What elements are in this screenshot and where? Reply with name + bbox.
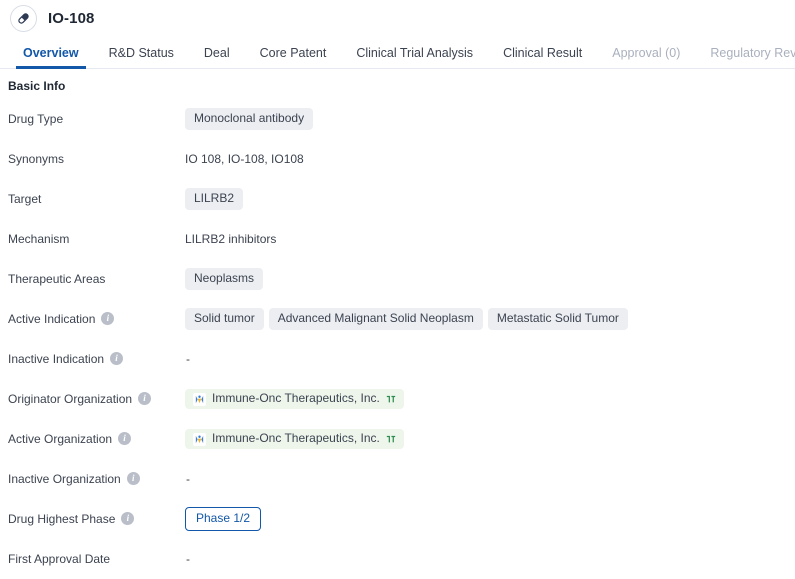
- row-label: Target: [8, 192, 185, 206]
- row-value: -: [185, 472, 795, 486]
- row-value: Neoplasms: [185, 268, 795, 290]
- row-label: Synonyms: [8, 152, 185, 166]
- tab-bar: Overview R&D Status Deal Core Patent Cli…: [0, 36, 795, 69]
- row-value: -: [185, 352, 795, 366]
- row-label: Inactive Organization i: [8, 472, 185, 486]
- table-row: First Approval Date -: [0, 539, 795, 579]
- row-label-text: Inactive Organization: [8, 471, 121, 486]
- organization-chip[interactable]: Immune-Onc Therapeutics, Inc.: [185, 389, 404, 409]
- row-value: Solid tumor Advanced Malignant Solid Neo…: [185, 308, 795, 330]
- info-icon[interactable]: i: [118, 432, 132, 446]
- value-chip[interactable]: Advanced Malignant Solid Neoplasm: [268, 308, 483, 330]
- row-label-text: Active Organization: [8, 431, 113, 446]
- table-row: Inactive Organization i -: [0, 459, 795, 499]
- page-header: IO-108: [0, 0, 795, 36]
- table-row: Mechanism LILRB2 inhibitors: [0, 219, 795, 259]
- tab-clinical-trial-analysis[interactable]: Clinical Trial Analysis: [341, 46, 488, 69]
- table-row: Therapeutic Areas Neoplasms: [0, 259, 795, 299]
- company-logo-icon: [193, 392, 206, 406]
- row-label: First Approval Date: [8, 552, 185, 566]
- info-icon[interactable]: i: [126, 472, 140, 486]
- page-title: IO-108: [48, 9, 95, 27]
- basic-info-section: Basic Info Drug Type Monoclonal antibody…: [0, 69, 795, 579]
- value-chip[interactable]: Monoclonal antibody: [185, 108, 314, 130]
- row-label-text: Mechanism: [8, 231, 70, 246]
- table-row: Synonyms IO 108, IO-108, IO108: [0, 139, 795, 179]
- value-chip[interactable]: Neoplasms: [185, 268, 264, 290]
- table-row: Originator Organization i Immune-Onc The…: [0, 379, 795, 419]
- tab-regulatory-review[interactable]: Regulatory Review (0): [695, 46, 795, 69]
- tab-overview[interactable]: Overview: [8, 46, 94, 69]
- row-label: Active Organization i: [8, 432, 185, 446]
- row-value: Immune-Onc Therapeutics, Inc.: [185, 429, 795, 449]
- value-empty: -: [186, 552, 190, 566]
- tab-core-patent[interactable]: Core Patent: [245, 46, 342, 69]
- info-icon[interactable]: i: [121, 512, 135, 526]
- row-label-text: Active Indication: [8, 311, 96, 326]
- row-label: Drug Highest Phase i: [8, 512, 185, 526]
- info-icon[interactable]: i: [138, 392, 152, 406]
- row-label: Active Indication i: [8, 312, 185, 326]
- value-chip[interactable]: Metastatic Solid Tumor: [487, 308, 628, 330]
- status-badge[interactable]: Phase 1/2: [185, 507, 262, 531]
- row-label: Originator Organization i: [8, 392, 185, 406]
- value-empty: -: [186, 352, 190, 366]
- listed-company-icon: [386, 434, 396, 444]
- listed-company-icon: [386, 394, 396, 404]
- row-label: Drug Type: [8, 112, 185, 126]
- pill-capsule-icon: [10, 4, 37, 32]
- row-label-text: Synonyms: [8, 151, 65, 166]
- value-text: IO 108, IO-108, IO108: [185, 152, 304, 166]
- table-row: Active Organization i Immune-Onc Therape…: [0, 419, 795, 459]
- row-value: LILRB2 inhibitors: [185, 232, 795, 246]
- table-row: Target LILRB2: [0, 179, 795, 219]
- table-row: Drug Highest Phase i Phase 1/2: [0, 499, 795, 539]
- row-label-text: Therapeutic Areas: [8, 271, 106, 286]
- table-row: Active Indication i Solid tumor Advanced…: [0, 299, 795, 339]
- organization-chip[interactable]: Immune-Onc Therapeutics, Inc.: [185, 429, 404, 449]
- tab-clinical-result[interactable]: Clinical Result: [488, 46, 597, 69]
- row-value: -: [185, 552, 795, 566]
- info-icon[interactable]: i: [110, 352, 124, 366]
- row-value: Immune-Onc Therapeutics, Inc.: [185, 389, 795, 409]
- row-value: LILRB2: [185, 188, 795, 210]
- organization-name: Immune-Onc Therapeutics, Inc.: [212, 391, 380, 406]
- row-value: IO 108, IO-108, IO108: [185, 152, 795, 166]
- value-text: LILRB2 inhibitors: [185, 232, 277, 246]
- row-label-text: Drug Type: [8, 111, 64, 126]
- row-label-text: Drug Highest Phase: [8, 511, 116, 526]
- section-title: Basic Info: [8, 79, 66, 93]
- organization-name: Immune-Onc Therapeutics, Inc.: [212, 431, 380, 446]
- row-label-text: Target: [8, 191, 42, 206]
- row-label: Inactive Indication i: [8, 352, 185, 366]
- tab-approval[interactable]: Approval (0): [597, 46, 695, 69]
- company-logo-icon: [193, 432, 206, 446]
- row-label: Mechanism: [8, 232, 185, 246]
- row-label-text: Inactive Indication: [8, 351, 105, 366]
- tab-deal[interactable]: Deal: [189, 46, 245, 69]
- info-icon[interactable]: i: [101, 312, 115, 326]
- row-value: Monoclonal antibody: [185, 108, 795, 130]
- value-chip[interactable]: Solid tumor: [185, 308, 264, 330]
- row-label: Therapeutic Areas: [8, 272, 185, 286]
- value-empty: -: [186, 472, 190, 486]
- row-label-text: Originator Organization: [8, 391, 133, 406]
- tab-rd-status[interactable]: R&D Status: [94, 46, 189, 69]
- value-chip[interactable]: LILRB2: [185, 188, 244, 210]
- row-label-text: First Approval Date: [8, 551, 111, 566]
- table-row: Inactive Indication i -: [0, 339, 795, 379]
- row-value: Phase 1/2: [185, 507, 795, 531]
- table-row: Drug Type Monoclonal antibody: [0, 99, 795, 139]
